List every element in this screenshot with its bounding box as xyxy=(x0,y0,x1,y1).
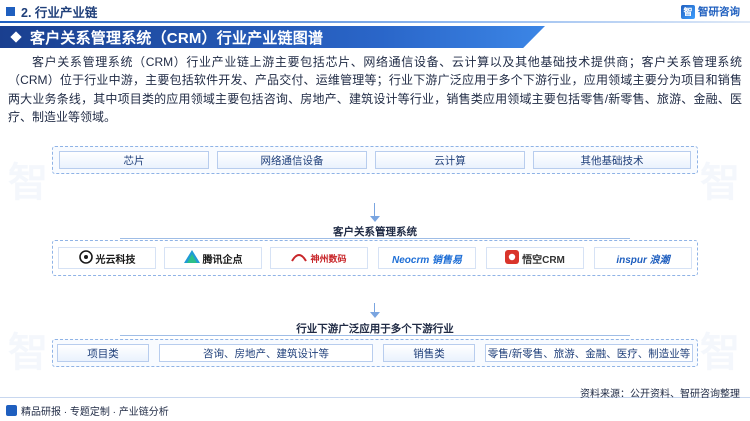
downstream-label: 行业下游广泛应用于多个下游行业 xyxy=(296,323,454,335)
company-name: 神州数码 xyxy=(310,253,347,264)
company-name: 悟空CRM xyxy=(522,254,565,266)
page-title: 客户关系管理系统（CRM）行业产业链图谱 xyxy=(30,29,324,47)
company-logo-neocrm: Neocrm 销售易 xyxy=(378,247,476,269)
downstream-label-line xyxy=(120,335,630,336)
cloud-icon xyxy=(78,249,93,267)
source-note: 资料来源：公开资料、智研咨询整理 xyxy=(580,389,740,400)
downstream-sales-fields: 零售/新零售、旅游、金融、医疗、制造业等 xyxy=(485,344,693,362)
brand-mark-icon: 智 xyxy=(681,4,695,19)
company-name: 光云科技 xyxy=(95,254,136,266)
section-header: 2. 行业产业链 智 智研咨询 xyxy=(0,0,750,22)
downstream-frame: 项目类 咨询、房地产、建筑设计等 销售类 零售/新零售、旅游、金融、医疗、制造业… xyxy=(52,339,698,367)
wukong-icon xyxy=(505,249,520,267)
upstream-item-network: 网络通信设备 xyxy=(217,151,367,169)
watermark-logo: 智 xyxy=(700,161,740,205)
intro-paragraph: 客户关系管理系统（CRM）行业产业链上游主要包括芯片、网络通信设备、云计算以及其… xyxy=(8,55,742,125)
company-logo-tencent-qidian: 腾讯企点 xyxy=(164,247,262,269)
arrow-down-icon xyxy=(370,312,380,318)
footer: 资料来源：公开资料、智研咨询整理 精品研报 · 专题定制 · 产业链分析 xyxy=(0,389,750,421)
downstream-sales-label: 销售类 xyxy=(383,344,475,362)
company-logo-inspur: inspur 浪潮 xyxy=(594,247,692,269)
watermark-logo: 智 xyxy=(700,331,740,375)
page-title-bar: 客户关系管理系统（CRM）行业产业链图谱 xyxy=(0,26,545,48)
arrow-down-icon xyxy=(370,216,380,222)
brand-mark-icon xyxy=(6,405,17,416)
midstream-label: 客户关系管理系统 xyxy=(333,226,417,238)
diamond-icon xyxy=(10,31,22,43)
upstream-item-chip: 芯片 xyxy=(59,151,209,169)
digital-china-icon xyxy=(291,251,308,266)
upstream-band-label: 上游 xyxy=(362,187,387,202)
company-name: Neocrm 销售易 xyxy=(391,254,462,266)
footer-tagline-text: 精品研报 · 专题定制 · 产业链分析 xyxy=(21,407,169,418)
upstream-frame: 芯片 网络通信设备 云计算 其他基础技术 xyxy=(52,146,698,174)
midstream-label-line xyxy=(120,238,630,239)
company-name: inspur 浪潮 xyxy=(616,254,670,266)
connector-line xyxy=(374,203,375,217)
company-name: 腾讯企点 xyxy=(202,254,243,266)
watermark-logo: 智 xyxy=(8,161,48,205)
brand-name: 智研咨询 xyxy=(698,6,740,18)
downstream-project-label: 项目类 xyxy=(57,344,149,362)
company-logo-guangyun: 光云科技 xyxy=(58,247,156,269)
tencent-qidian-icon xyxy=(183,250,200,266)
upstream-item-other: 其他基础技术 xyxy=(533,151,691,169)
company-logo-wukong: 悟空CRM xyxy=(486,247,584,269)
footer-tagline: 精品研报 · 专题定制 · 产业链分析 xyxy=(6,403,169,418)
header-divider xyxy=(0,21,750,23)
midstream-band: 中游 xyxy=(45,285,705,303)
section-title: 2. 行业产业链 xyxy=(21,5,98,20)
upstream-item-cloud: 云计算 xyxy=(375,151,525,169)
watermark-logo: 智 xyxy=(8,331,48,375)
company-logo-digital-china: 神州数码 xyxy=(270,247,368,269)
upstream-band: 上游 xyxy=(45,185,705,203)
midstream-band-label: 中游 xyxy=(362,287,387,302)
brand-logo: 智 智研咨询 xyxy=(681,4,740,19)
section-marker-icon xyxy=(6,6,15,16)
downstream-project-fields: 咨询、房地产、建筑设计等 xyxy=(159,344,373,362)
